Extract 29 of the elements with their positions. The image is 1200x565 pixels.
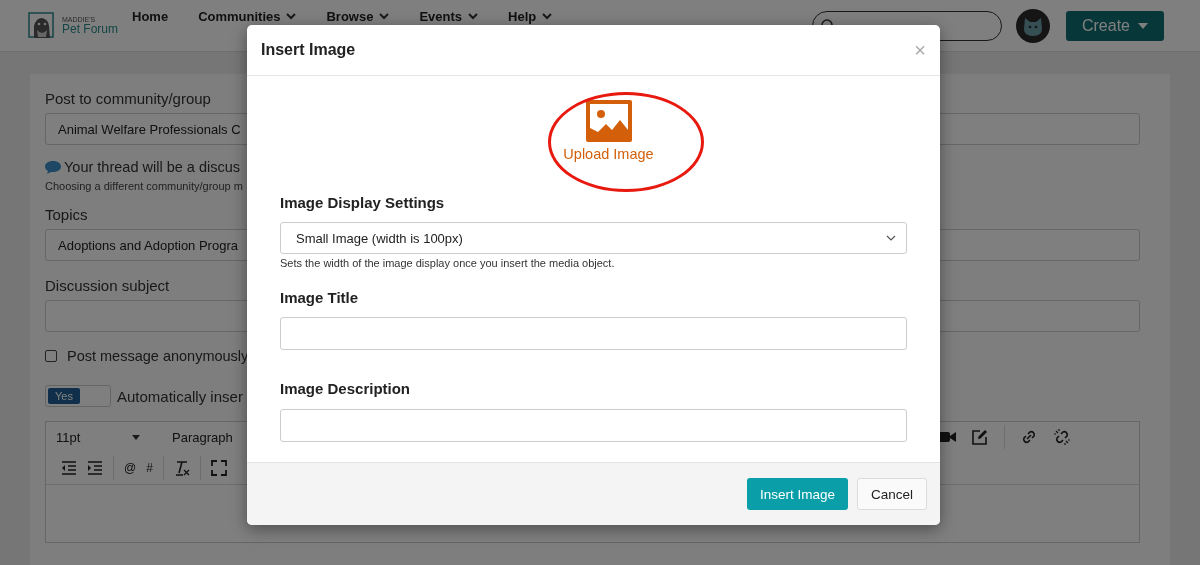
nav-link[interactable]: Communities (198, 9, 297, 24)
block-format-dropdown[interactable]: Paragraph (172, 429, 233, 445)
dialog-title: Insert Image (261, 41, 356, 59)
field-label: Topics (45, 206, 89, 223)
notice-text: Your thread will be a discus (64, 159, 240, 175)
nav-link[interactable]: Home (132, 9, 169, 24)
mention-button[interactable]: @ (124, 461, 137, 475)
logo-name: Pet Forum (62, 23, 118, 35)
checkbox-label: Post message anonymously (67, 348, 249, 364)
toggle-switch[interactable]: Yes (45, 385, 111, 407)
field-label: Post to community/group (45, 90, 212, 107)
hashtag-button[interactable]: # (146, 461, 153, 475)
cancel-button[interactable]: Cancel (856, 478, 927, 510)
field-label: Discussion subject (45, 277, 171, 294)
create-button[interactable]: Create (1066, 10, 1164, 41)
nav-link[interactable]: Browse (326, 9, 390, 24)
field-label: Image Display Settings (280, 194, 446, 211)
nav-link[interactable]: Events (419, 9, 479, 24)
select-field[interactable]: Small Image (width is 100px) (280, 222, 907, 254)
font-size-dropdown[interactable]: 11pt (56, 429, 160, 445)
help-text: Choosing a different community/group m (45, 180, 244, 192)
insert-image-button[interactable]: Insert Image (746, 478, 848, 510)
field-label: Image Description (280, 380, 412, 397)
field-label: Image Title (280, 289, 360, 306)
toggle-label: Automatically inser (117, 387, 243, 405)
close-button[interactable]: × (914, 38, 926, 62)
upload-image-button[interactable]: Upload Image (563, 100, 654, 162)
help-text: Sets the width of the image display once you insert the media object. (280, 257, 616, 269)
nav-link[interactable]: Help (508, 9, 553, 24)
